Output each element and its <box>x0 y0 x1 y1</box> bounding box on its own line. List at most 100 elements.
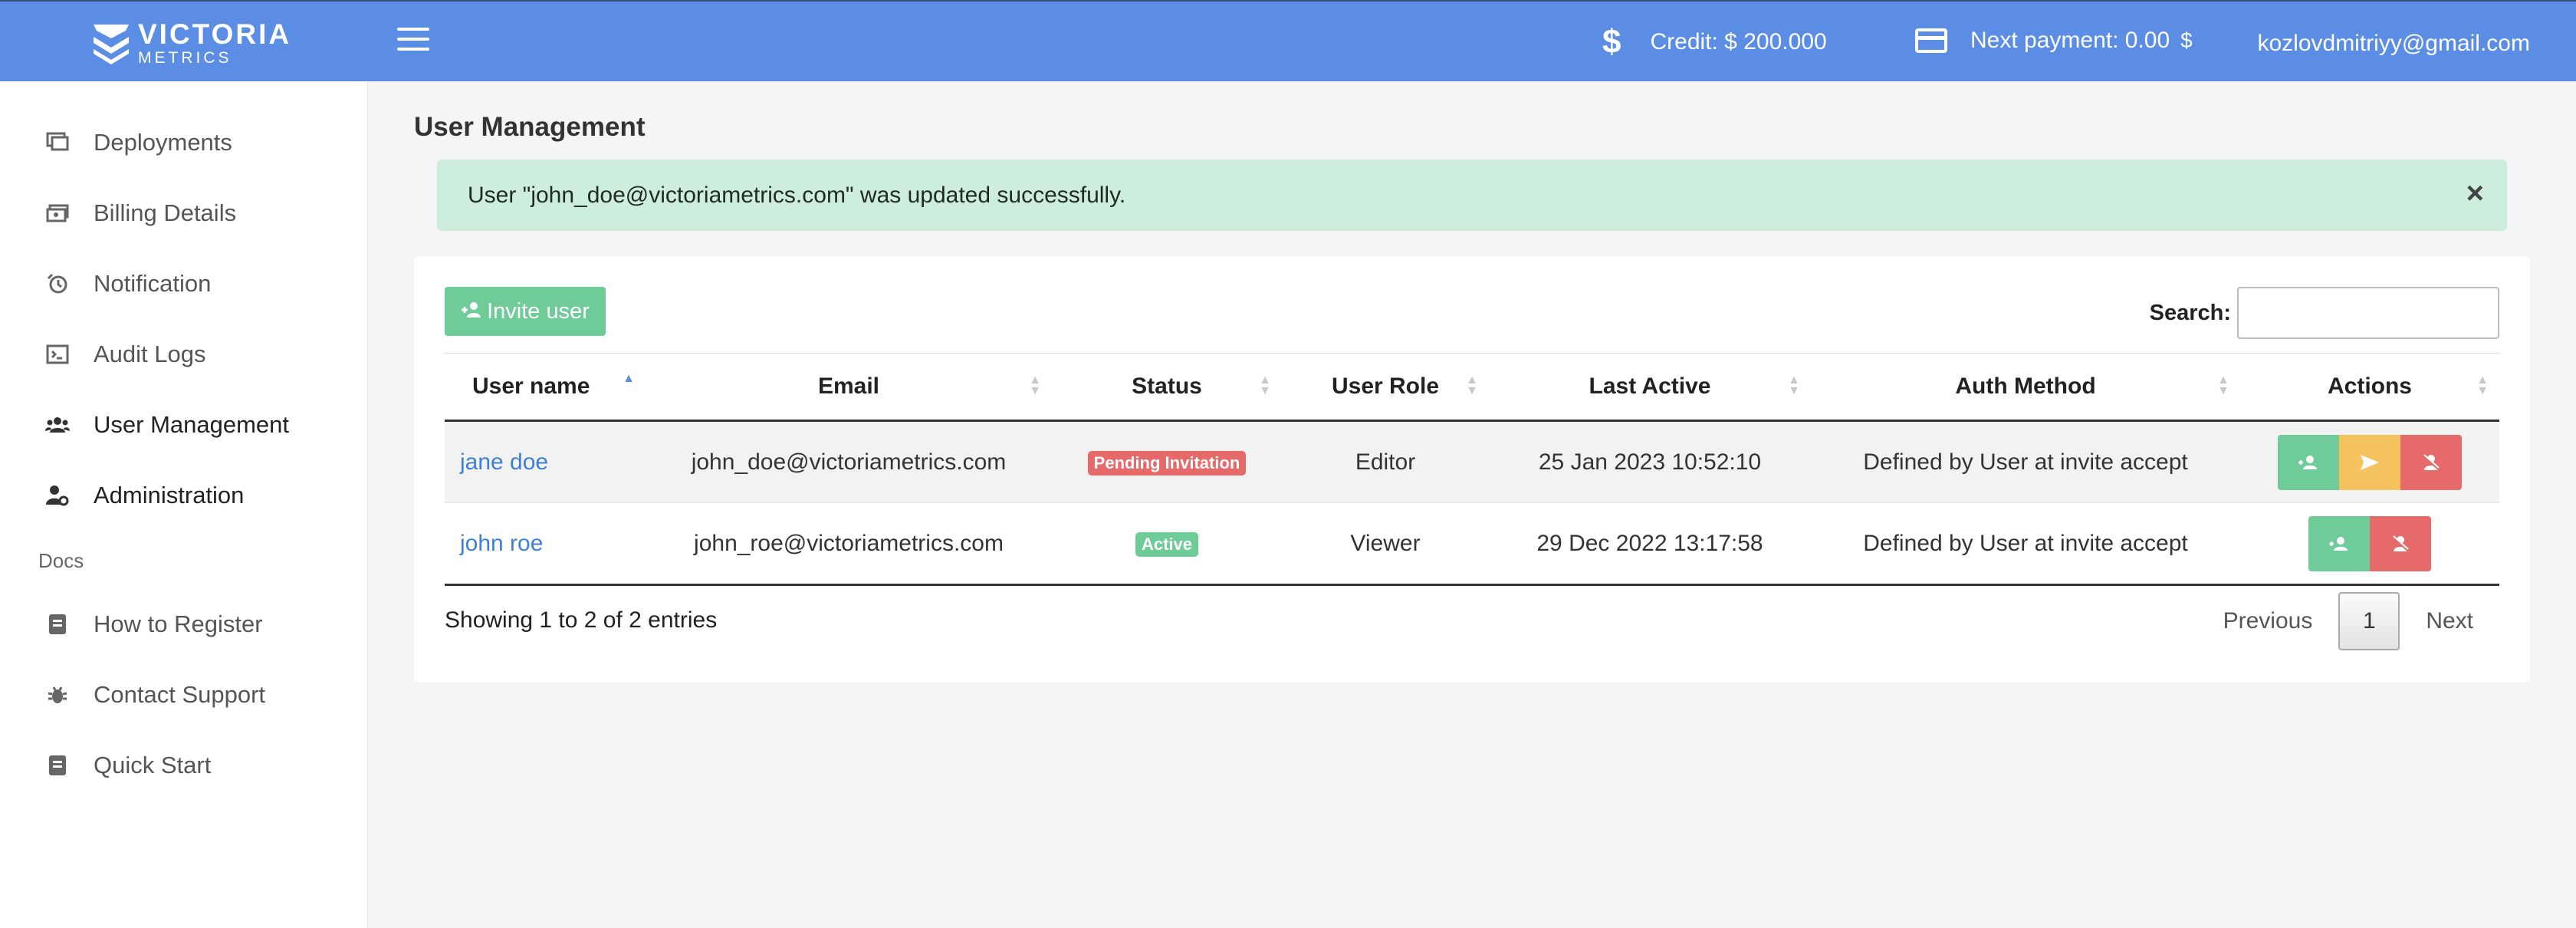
user-edit-icon <box>2298 455 2317 469</box>
user-remove-icon <box>2422 453 2440 470</box>
logo-text-victoria: VICTORIA <box>138 18 292 50</box>
entries-info: Showing 1 to 2 of 2 entries <box>445 607 718 633</box>
sidebar-item-label: User Management <box>94 411 290 438</box>
users-table: User name ▲ Email ▲ ▼ Status ▲ ▼ User Role ▲ ▼ … <box>445 353 2499 586</box>
auth-method-cell: Defined by User at invite accept <box>1811 420 2240 503</box>
search-label: Search: <box>2149 300 2231 325</box>
user-gear-icon <box>44 482 71 508</box>
sort-icon: ▲ ▼ <box>1029 374 1041 397</box>
sidebar-item-label: Deployments <box>94 129 232 156</box>
status-badge: Pending Invitation <box>1087 451 1247 476</box>
sidebar-item-audit-logs[interactable]: Audit Logs <box>44 341 206 368</box>
user-role-cell: Editor <box>1282 420 1489 503</box>
menu-toggle-icon[interactable] <box>397 28 429 54</box>
status-badge: Active <box>1135 532 1199 557</box>
auth-method-cell: Defined by User at invite accept <box>1811 502 2240 586</box>
sort-icon: ▲ ▼ <box>1259 374 1271 397</box>
sort-icon: ▲ ▼ <box>1466 374 1478 397</box>
sort-asc-icon: ▲ <box>623 372 635 385</box>
document-icon <box>44 611 71 637</box>
send-icon <box>2361 454 2379 470</box>
dollar-icon: $ <box>1602 23 1622 61</box>
users-panel: Invite user Search: User name ▲ Email ▲ ▼ S… <box>414 256 2530 683</box>
sort-icon: ▲ ▼ <box>1788 374 1800 397</box>
column-header-email[interactable]: Email ▲ ▼ <box>646 353 1052 422</box>
edit-user-button[interactable] <box>2278 434 2339 490</box>
docs-section-label: Docs <box>38 549 84 572</box>
money-icon <box>44 200 71 226</box>
credit-label: Credit: $ 200.000 <box>1650 29 1827 54</box>
table-row: jane doe john_doe@victoriametrics.com Pe… <box>445 420 2499 503</box>
sidebar-item-how-to-register[interactable]: How to Register <box>44 610 263 638</box>
sidebar-item-label: Quick Start <box>94 752 212 778</box>
bug-icon <box>44 682 71 708</box>
credit-card-icon <box>1915 28 1947 53</box>
column-header-auth-method[interactable]: Auth Method ▲ ▼ <box>1811 353 2240 422</box>
delete-user-button[interactable] <box>2370 515 2431 571</box>
row-actions <box>2278 434 2462 490</box>
table-header-row: User name ▲ Email ▲ ▼ Status ▲ ▼ User Role ▲ ▼ … <box>445 353 2499 422</box>
user-role-cell: Viewer <box>1282 502 1489 586</box>
sidebar: Deployments Billing Details Notification… <box>0 81 368 928</box>
sidebar-item-label: Contact Support <box>94 681 266 708</box>
user-name-link[interactable]: jane doe <box>460 449 548 475</box>
user-email-cell: john_doe@victoriametrics.com <box>646 420 1052 503</box>
success-alert: User "john_doe@victoriametrics.com" was … <box>437 160 2507 231</box>
next-page-button[interactable]: Next <box>2400 608 2499 634</box>
column-header-last-active[interactable]: Last Active ▲ ▼ <box>1489 353 1811 422</box>
search-input[interactable] <box>2237 287 2499 339</box>
document-icon <box>44 752 71 778</box>
sidebar-item-notification[interactable]: Notification <box>44 270 211 298</box>
sidebar-item-user-management[interactable]: User Management <box>44 411 289 439</box>
column-header-actions[interactable]: Actions ▲ ▼ <box>2240 353 2499 422</box>
sidebar-item-billing-details[interactable]: Billing Details <box>44 199 236 227</box>
user-remove-icon <box>2391 535 2410 551</box>
users-icon <box>44 412 71 438</box>
invite-user-button[interactable]: Invite user <box>445 287 606 336</box>
column-header-status[interactable]: Status ▲ ▼ <box>1052 353 1282 422</box>
monitor-icon <box>44 130 71 156</box>
sidebar-item-administration[interactable]: Administration <box>44 482 244 509</box>
logo-chevron-icon <box>94 25 129 64</box>
page-1-button[interactable]: 1 <box>2338 592 2400 650</box>
alarm-icon <box>44 271 71 297</box>
next-payment-label: Next payment: 0.00 <box>1970 28 2170 53</box>
row-actions <box>2308 515 2431 571</box>
logo-text-metrics: METRICS <box>138 49 232 67</box>
resend-invite-button[interactable] <box>2339 434 2400 490</box>
user-edit-icon <box>2329 536 2348 551</box>
add-user-icon <box>461 300 482 324</box>
credit-display: $ Credit: $ 200.000 <box>1602 23 1827 61</box>
sort-icon: ▲ ▼ <box>2476 374 2489 397</box>
table-row: john roe john_roe@victoriametrics.com Ac… <box>445 502 2499 586</box>
sidebar-item-contact-support[interactable]: Contact Support <box>44 681 265 709</box>
user-name-link[interactable]: john roe <box>460 531 543 556</box>
user-email-cell: john_roe@victoriametrics.com <box>646 502 1052 586</box>
next-payment-currency: $ <box>2180 28 2193 52</box>
terminal-icon <box>44 341 71 367</box>
alert-message: User "john_doe@victoriametrics.com" was … <box>468 182 1126 208</box>
search-box: Search: <box>2150 287 2499 339</box>
sidebar-item-label: Notification <box>94 270 212 297</box>
top-bar: VICTORIA METRICS $ Credit: $ 200.000 Nex… <box>0 0 2576 81</box>
victoria-metrics-logo[interactable]: VICTORIA METRICS <box>92 20 291 66</box>
page-title: User Management <box>414 112 646 142</box>
sidebar-item-label: Audit Logs <box>94 341 206 367</box>
close-icon[interactable]: × <box>2466 176 2484 211</box>
pagination: Previous 1 Next <box>2197 592 2499 650</box>
next-payment-display: Next payment: 0.00 $ <box>1915 28 2193 54</box>
sidebar-item-label: Billing Details <box>94 199 237 226</box>
sidebar-item-label: How to Register <box>94 610 263 637</box>
column-header-user-role[interactable]: User Role ▲ ▼ <box>1282 353 1489 422</box>
delete-user-button[interactable] <box>2400 434 2462 490</box>
sidebar-item-quick-start[interactable]: Quick Start <box>44 752 211 779</box>
last-active-cell: 25 Jan 2023 10:52:10 <box>1489 420 1811 503</box>
column-header-user-name[interactable]: User name ▲ <box>445 353 646 422</box>
user-email[interactable]: kozlovdmitriyy@gmail.com <box>2257 31 2530 57</box>
edit-user-button[interactable] <box>2308 515 2370 571</box>
sidebar-item-label: Administration <box>94 482 245 508</box>
invite-user-label: Invite user <box>487 298 590 324</box>
previous-page-button[interactable]: Previous <box>2197 608 2339 634</box>
last-active-cell: 29 Dec 2022 13:17:58 <box>1489 502 1811 586</box>
sidebar-item-deployments[interactable]: Deployments <box>44 129 232 156</box>
